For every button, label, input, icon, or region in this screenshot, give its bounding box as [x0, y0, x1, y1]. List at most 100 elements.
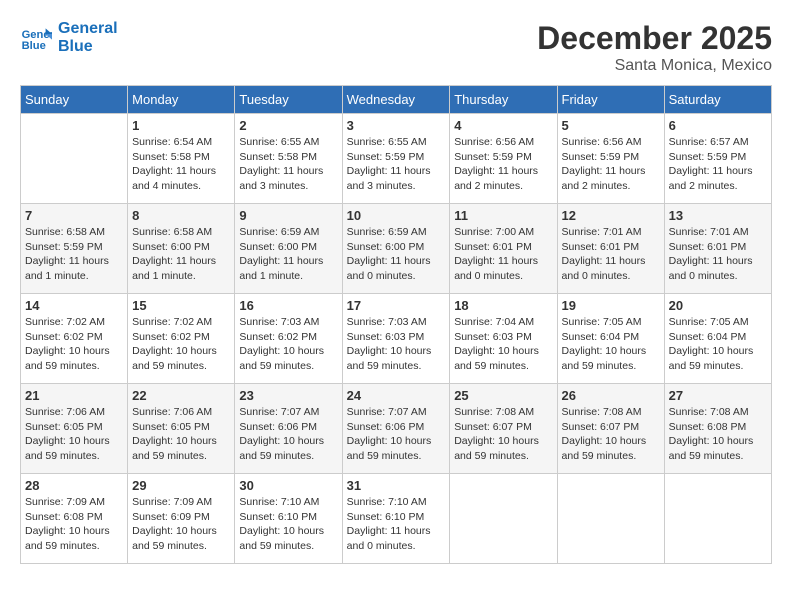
day-number: 21 [25, 388, 123, 403]
calendar-cell: 28 Sunrise: 7:09 AM Sunset: 6:08 PM Dayli… [21, 474, 128, 564]
calendar-cell: 16Sunrise: 7:03 AM Sunset: 6:02 PM Dayli… [235, 294, 342, 384]
day-number: 17 [347, 298, 446, 313]
weekday-header: Wednesday [342, 86, 450, 114]
day-info: Sunrise: 7:05 AM Sunset: 6:04 PM Dayligh… [669, 315, 767, 374]
month-title: December 2025 [537, 20, 772, 57]
day-number: 22 [132, 388, 230, 403]
day-number: 2 [239, 118, 337, 133]
calendar-cell: 14 Sunrise: 7:02 AM Sunset: 6:02 PM Dayli… [21, 294, 128, 384]
day-info: Sunrise: 7:09 AM Sunset: 6:08 PM Dayligh… [25, 495, 123, 554]
page-header: General Blue General Blue December 2025 … [20, 20, 772, 75]
calendar-cell: 4 Sunrise: 6:56 AM Sunset: 5:59 PM Daylig… [450, 114, 557, 204]
day-info: Sunrise: 6:59 AM Sunset: 6:00 PM Dayligh… [239, 225, 337, 284]
day-info: Sunrise: 6:56 AM Sunset: 5:59 PM Dayligh… [454, 135, 552, 194]
day-number: 30 [239, 478, 337, 493]
day-number: 5 [562, 118, 660, 133]
title-block: December 2025 Santa Monica, Mexico [537, 20, 772, 75]
weekday-header: Saturday [664, 86, 771, 114]
day-info: Sunrise: 7:10 AM Sunset: 6:10 PM Dayligh… [347, 495, 446, 554]
day-info: Sunrise: 6:59 AM Sunset: 6:00 PM Dayligh… [347, 225, 446, 284]
day-info: Sunrise: 6:57 AM Sunset: 5:59 PM Dayligh… [669, 135, 767, 194]
calendar-cell: 6 Sunrise: 6:57 AM Sunset: 5:59 PM Daylig… [664, 114, 771, 204]
weekday-header: Sunday [21, 86, 128, 114]
calendar-cell: 15Sunrise: 7:02 AM Sunset: 6:02 PM Dayli… [128, 294, 235, 384]
calendar-cell: 3 Sunrise: 6:55 AM Sunset: 5:59 PM Daylig… [342, 114, 450, 204]
day-number: 11 [454, 208, 552, 223]
day-info: Sunrise: 7:10 AM Sunset: 6:10 PM Dayligh… [239, 495, 337, 554]
calendar-cell: 9 Sunrise: 6:59 AM Sunset: 6:00 PM Daylig… [235, 204, 342, 294]
day-number: 25 [454, 388, 552, 403]
day-number: 1 [132, 118, 230, 133]
weekday-header: Friday [557, 86, 664, 114]
logo: General Blue General Blue [20, 20, 118, 56]
day-info: Sunrise: 7:02 AM Sunset: 6:02 PM Dayligh… [132, 315, 230, 374]
calendar-cell: 23 Sunrise: 7:07 AM Sunset: 6:06 PM Dayli… [235, 384, 342, 474]
day-info: Sunrise: 7:04 AM Sunset: 6:03 PM Dayligh… [454, 315, 552, 374]
day-info: Sunrise: 7:06 AM Sunset: 6:05 PM Dayligh… [132, 405, 230, 464]
day-number: 24 [347, 388, 446, 403]
day-number: 28 [25, 478, 123, 493]
day-number: 9 [239, 208, 337, 223]
weekday-header: Thursday [450, 86, 557, 114]
day-number: 29 [132, 478, 230, 493]
day-info: Sunrise: 7:05 AM Sunset: 6:04 PM Dayligh… [562, 315, 660, 374]
day-info: Sunrise: 7:08 AM Sunset: 6:07 PM Dayligh… [454, 405, 552, 464]
day-info: Sunrise: 6:56 AM Sunset: 5:59 PM Dayligh… [562, 135, 660, 194]
calendar-cell: 13 Sunrise: 7:01 AM Sunset: 6:01 PM Dayli… [664, 204, 771, 294]
weekday-header: Monday [128, 86, 235, 114]
day-number: 6 [669, 118, 767, 133]
day-info: Sunrise: 7:07 AM Sunset: 6:06 PM Dayligh… [239, 405, 337, 464]
day-number: 4 [454, 118, 552, 133]
calendar-week-row: 14 Sunrise: 7:02 AM Sunset: 6:02 PM Dayli… [21, 294, 772, 384]
day-number: 31 [347, 478, 446, 493]
calendar-cell: 5 Sunrise: 6:56 AM Sunset: 5:59 PM Daylig… [557, 114, 664, 204]
calendar-week-row: 28 Sunrise: 7:09 AM Sunset: 6:08 PM Dayli… [21, 474, 772, 564]
day-number: 26 [562, 388, 660, 403]
day-number: 18 [454, 298, 552, 313]
day-info: Sunrise: 7:01 AM Sunset: 6:01 PM Dayligh… [562, 225, 660, 284]
day-number: 14 [25, 298, 123, 313]
day-number: 23 [239, 388, 337, 403]
logo-icon: General Blue [20, 22, 52, 54]
day-number: 16 [239, 298, 337, 313]
day-number: 3 [347, 118, 446, 133]
day-number: 12 [562, 208, 660, 223]
calendar-cell: 7Sunrise: 6:58 AM Sunset: 5:59 PM Daylig… [21, 204, 128, 294]
day-number: 10 [347, 208, 446, 223]
day-number: 8 [132, 208, 230, 223]
day-info: Sunrise: 7:00 AM Sunset: 6:01 PM Dayligh… [454, 225, 552, 284]
calendar-cell: 11 Sunrise: 7:00 AM Sunset: 6:01 PM Dayli… [450, 204, 557, 294]
day-info: Sunrise: 6:55 AM Sunset: 5:58 PM Dayligh… [239, 135, 337, 194]
calendar-cell: 20Sunrise: 7:05 AM Sunset: 6:04 PM Dayli… [664, 294, 771, 384]
day-info: Sunrise: 6:54 AM Sunset: 5:58 PM Dayligh… [132, 135, 230, 194]
day-info: Sunrise: 7:01 AM Sunset: 6:01 PM Dayligh… [669, 225, 767, 284]
calendar-cell: 25 Sunrise: 7:08 AM Sunset: 6:07 PM Dayli… [450, 384, 557, 474]
calendar-cell: 10 Sunrise: 6:59 AM Sunset: 6:00 PM Dayli… [342, 204, 450, 294]
calendar-cell: 2 Sunrise: 6:55 AM Sunset: 5:58 PM Daylig… [235, 114, 342, 204]
calendar-cell: 30 Sunrise: 7:10 AM Sunset: 6:10 PM Dayli… [235, 474, 342, 564]
day-info: Sunrise: 6:58 AM Sunset: 5:59 PM Dayligh… [25, 225, 123, 284]
calendar-cell: 21Sunrise: 7:06 AM Sunset: 6:05 PM Dayli… [21, 384, 128, 474]
calendar-cell: 26Sunrise: 7:08 AM Sunset: 6:07 PM Dayli… [557, 384, 664, 474]
calendar-cell: 1 Sunrise: 6:54 AM Sunset: 5:58 PM Daylig… [128, 114, 235, 204]
day-info: Sunrise: 7:08 AM Sunset: 6:08 PM Dayligh… [669, 405, 767, 464]
svg-text:Blue: Blue [22, 40, 46, 52]
calendar-cell: 19 Sunrise: 7:05 AM Sunset: 6:04 PM Dayli… [557, 294, 664, 384]
day-info: Sunrise: 6:55 AM Sunset: 5:59 PM Dayligh… [347, 135, 446, 194]
calendar-table: SundayMondayTuesdayWednesdayThursdayFrid… [20, 85, 772, 564]
calendar-cell [21, 114, 128, 204]
calendar-week-row: 7Sunrise: 6:58 AM Sunset: 5:59 PM Daylig… [21, 204, 772, 294]
calendar-cell: 8 Sunrise: 6:58 AM Sunset: 6:00 PM Daylig… [128, 204, 235, 294]
weekday-header-row: SundayMondayTuesdayWednesdayThursdayFrid… [21, 86, 772, 114]
calendar-cell [664, 474, 771, 564]
day-info: Sunrise: 6:58 AM Sunset: 6:00 PM Dayligh… [132, 225, 230, 284]
day-number: 19 [562, 298, 660, 313]
day-number: 13 [669, 208, 767, 223]
day-info: Sunrise: 7:03 AM Sunset: 6:03 PM Dayligh… [347, 315, 446, 374]
calendar-cell: 22 Sunrise: 7:06 AM Sunset: 6:05 PM Dayli… [128, 384, 235, 474]
calendar-cell: 31 Sunrise: 7:10 AM Sunset: 6:10 PM Dayli… [342, 474, 450, 564]
day-info: Sunrise: 7:02 AM Sunset: 6:02 PM Dayligh… [25, 315, 123, 374]
day-info: Sunrise: 7:09 AM Sunset: 6:09 PM Dayligh… [132, 495, 230, 554]
calendar-cell: 12 Sunrise: 7:01 AM Sunset: 6:01 PM Dayli… [557, 204, 664, 294]
calendar-cell: 24Sunrise: 7:07 AM Sunset: 6:06 PM Dayli… [342, 384, 450, 474]
